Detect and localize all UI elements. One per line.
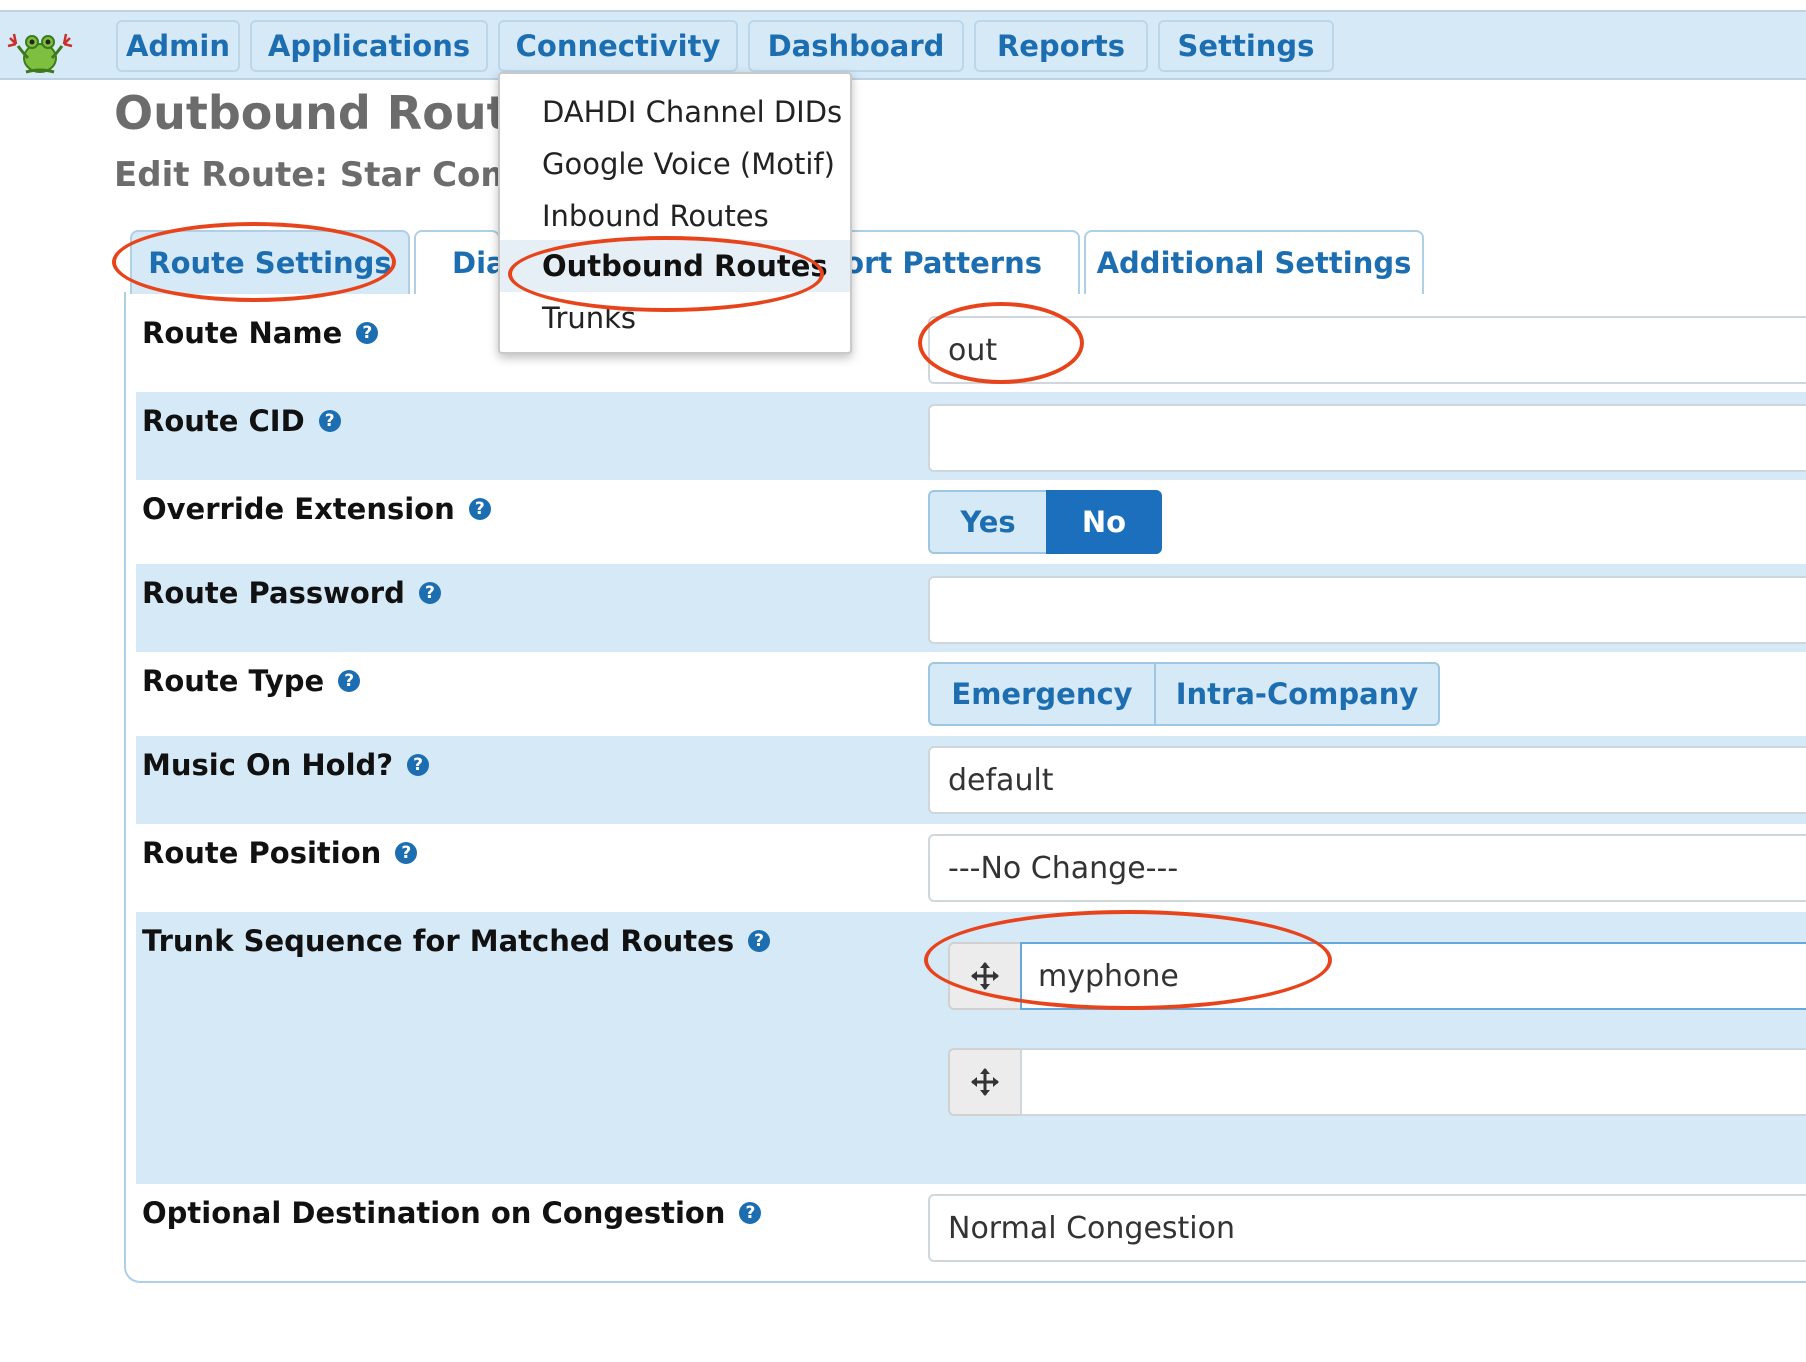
tab-dial-patterns[interactable]: Dia — [414, 230, 500, 294]
nav-settings[interactable]: Settings — [1158, 20, 1334, 72]
menu-item-dahdi-channel-dids[interactable]: DAHDI Channel DIDs — [500, 86, 850, 138]
connectivity-dropdown-menu: DAHDI Channel DIDs Google Voice (Motif) … — [498, 72, 852, 354]
override-extension-no[interactable]: No — [1046, 490, 1162, 554]
top-navbar: Admin Applications Connectivity Dashboar… — [0, 10, 1806, 80]
tab-route-settings[interactable]: Route Settings — [130, 230, 410, 294]
menu-item-trunks[interactable]: Trunks — [500, 292, 850, 344]
congestion-label: Optional Destination on Congestion ? — [142, 1196, 762, 1230]
menu-item-google-voice[interactable]: Google Voice (Motif) — [500, 138, 850, 190]
route-type-emergency[interactable]: Emergency — [928, 662, 1156, 726]
route-password-help-icon[interactable]: ? — [418, 582, 441, 604]
route-type-intra-company[interactable]: Intra-Company — [1154, 662, 1440, 726]
override-extension-label: Override Extension ? — [142, 492, 491, 526]
nav-reports[interactable]: Reports — [974, 20, 1148, 72]
override-extension-yes[interactable]: Yes — [928, 490, 1048, 554]
music-on-hold-help-icon[interactable]: ? — [407, 754, 430, 776]
route-cid-label: Route CID ? — [142, 404, 341, 438]
menu-item-outbound-routes[interactable]: Outbound Routes — [500, 240, 850, 292]
route-type-label: Route Type ? — [142, 664, 361, 698]
trunk-2-select[interactable] — [1020, 1048, 1806, 1116]
congestion-help-icon[interactable]: ? — [739, 1202, 762, 1224]
route-name-input[interactable]: out — [928, 316, 1806, 384]
route-password-input[interactable] — [928, 576, 1806, 644]
nav-applications[interactable]: Applications — [250, 20, 488, 72]
route-name-help-icon[interactable]: ? — [356, 322, 379, 344]
trunk-sequence-label: Trunk Sequence for Matched Routes ? — [142, 924, 771, 958]
trunk-1-drag-handle[interactable] — [948, 942, 1022, 1010]
nav-dashboard[interactable]: Dashboard — [748, 20, 964, 72]
route-cid-input[interactable] — [928, 404, 1806, 472]
music-on-hold-label: Music On Hold? ? — [142, 748, 430, 782]
route-position-label: Route Position ? — [142, 836, 418, 870]
music-on-hold-select[interactable]: default — [928, 746, 1806, 814]
congestion-select[interactable]: Normal Congestion — [928, 1194, 1806, 1262]
route-position-help-icon[interactable]: ? — [395, 842, 418, 864]
route-password-label: Route Password ? — [142, 576, 441, 610]
override-extension-help-icon[interactable]: ? — [468, 498, 491, 520]
menu-item-inbound-routes[interactable]: Inbound Routes — [500, 190, 850, 242]
move-arrows-icon — [971, 1068, 999, 1096]
nav-admin[interactable]: Admin — [116, 20, 240, 72]
route-type-help-icon[interactable]: ? — [338, 670, 361, 692]
nav-connectivity[interactable]: Connectivity — [498, 20, 738, 72]
page-subtitle: Edit Route: Star Commu — [114, 155, 509, 195]
move-arrows-icon — [971, 962, 999, 990]
route-position-select[interactable]: ---No Change--- — [928, 834, 1806, 902]
trunk-1-select[interactable]: myphone — [1020, 942, 1806, 1010]
trunk-sequence-help-icon[interactable]: ? — [748, 930, 771, 952]
trunk-2-drag-handle[interactable] — [948, 1048, 1022, 1116]
route-name-label: Route Name ? — [142, 316, 379, 350]
page-title: Outbound Routes — [114, 86, 509, 140]
frog-logo-icon[interactable] — [4, 28, 76, 78]
route-cid-help-icon[interactable]: ? — [318, 410, 341, 432]
tab-additional-settings[interactable]: Additional Settings — [1084, 230, 1424, 294]
